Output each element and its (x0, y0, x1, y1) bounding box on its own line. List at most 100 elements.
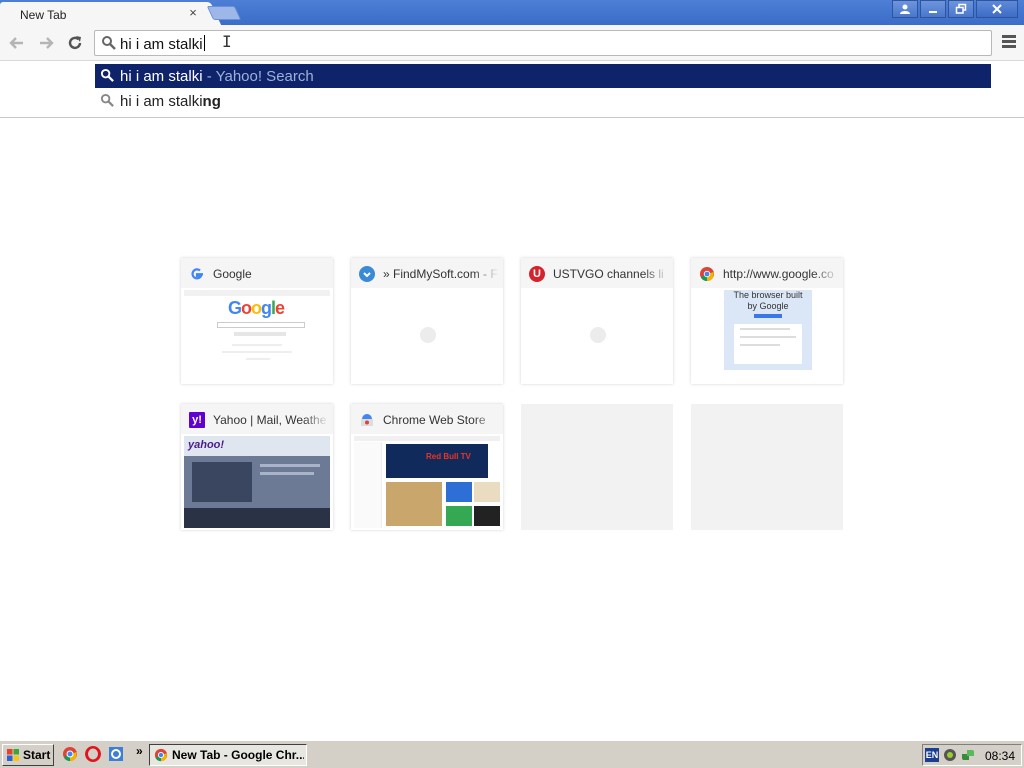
windows-flag-icon (7, 749, 19, 761)
taskbar-item-label: New Tab - Google Chr... (172, 748, 304, 762)
start-label: Start (23, 748, 51, 762)
thumb-app-3 (474, 482, 500, 502)
most-visited-tile-google[interactable]: Google Google (181, 258, 333, 384)
chrome-icon (700, 267, 714, 282)
suggestion-engine: - Yahoo! Search (202, 68, 314, 85)
yahoo-logo: yahoo! (188, 439, 225, 451)
tile-title: http://www.google.co (723, 267, 839, 281)
yahoo-icon: y! (189, 412, 205, 428)
tile-header: Chrome Web Store (351, 404, 503, 434)
most-visited-tile-ustvgo[interactable]: U USTVGO channels li (521, 258, 673, 384)
thumb-line (222, 351, 292, 353)
network-icon[interactable] (961, 748, 975, 762)
thumb-line (740, 344, 780, 346)
most-visited-tile-google-chrome[interactable]: http://www.google.co The browser built b… (691, 258, 843, 384)
thumb-app-5 (474, 506, 500, 526)
opera-icon[interactable] (85, 746, 101, 762)
tab-close-icon[interactable]: × (186, 6, 200, 20)
omnibox-input[interactable]: hi i am stalki (120, 35, 205, 53)
findmysoft-icon (359, 266, 375, 282)
thumb-line (740, 328, 790, 330)
suggestion-query: hi i am stalki (120, 68, 203, 85)
reload-icon (68, 36, 82, 50)
tile-title: USTVGO channels li (553, 267, 669, 281)
suggestion-text: hi i am stalking (120, 93, 221, 110)
google-logo: Google (228, 298, 285, 318)
chrome-promo-panel: The browser built by Google (724, 290, 812, 370)
chrome-icon[interactable] (62, 746, 78, 762)
thumb-image (192, 462, 252, 502)
thumb-line (232, 344, 282, 346)
search-icon (102, 36, 116, 50)
restore-icon (955, 3, 967, 14)
thumb-app-2 (446, 482, 472, 502)
forward-arrow-icon (40, 37, 54, 49)
tile-thumbnail (354, 290, 500, 382)
suggestion-item-selected[interactable]: hi i am stalki - Yahoo! Search (95, 64, 991, 88)
thumb-line (260, 464, 320, 467)
thumb-button (754, 314, 782, 318)
tile-header: U USTVGO channels li (521, 258, 673, 288)
suggestion-item[interactable]: hi i am stalking (95, 89, 991, 113)
close-icon (992, 4, 1002, 14)
thumb-strip (184, 508, 330, 528)
tile-header: http://www.google.co (691, 258, 843, 288)
thumb-line (260, 472, 314, 475)
quicklaunch-more-icon[interactable]: » (136, 744, 143, 758)
tile-header: y! Yahoo | Mail, Weathe (181, 404, 333, 434)
tile-title: Yahoo | Mail, Weathe (213, 413, 329, 427)
omnibox-value: hi i am stalki (120, 36, 203, 53)
suggestion-query-completion: ng (202, 93, 221, 110)
most-visited-tile-yahoo[interactable]: y! Yahoo | Mail, Weathe yahoo! (181, 404, 333, 530)
window-controls (892, 0, 1018, 18)
most-visited-tile-chrome-web-store[interactable]: Chrome Web Store Red Bull TV (351, 404, 503, 530)
thumb-sidebar (354, 442, 382, 528)
suggestion-query-prefix: hi i am stalki (120, 93, 203, 110)
redbull-logo: Red Bull TV (426, 452, 471, 461)
ie-icon[interactable] (108, 746, 124, 762)
taskbar-item-chrome[interactable]: New Tab - Google Chr... (149, 744, 307, 766)
tile-header: » FindMySoft.com - F (351, 258, 503, 288)
user-icon (900, 4, 910, 14)
tile-title: » FindMySoft.com - F (383, 267, 499, 281)
minimize-button[interactable] (920, 0, 946, 18)
chrome-promo-text: The browser built by Google (733, 290, 803, 311)
loading-icon (590, 327, 606, 343)
menu-bar-3 (1002, 45, 1016, 48)
most-visited-tile-findmysoft[interactable]: » FindMySoft.com - F (351, 258, 503, 384)
language-indicator[interactable]: EN (925, 748, 939, 762)
start-button[interactable]: Start (2, 744, 54, 766)
profile-button[interactable] (892, 0, 918, 18)
thumb-banner: Red Bull TV (386, 444, 488, 478)
tile-title: Chrome Web Store (383, 413, 499, 427)
tile-thumbnail (524, 290, 670, 382)
forward-button[interactable] (35, 32, 57, 54)
thumb-line (740, 336, 796, 338)
thumb-topbar (184, 290, 330, 296)
thumb-buttons (234, 332, 286, 336)
most-visited-tile-empty (691, 404, 843, 530)
search-icon (100, 68, 114, 82)
tile-thumbnail: Red Bull TV (354, 436, 500, 528)
tile-thumbnail: yahoo! (184, 436, 330, 528)
chrome-menu-button[interactable] (1002, 35, 1016, 49)
reload-button[interactable] (64, 32, 86, 54)
security-icon[interactable] (943, 748, 957, 762)
tile-header: Google (181, 258, 333, 288)
desktop: New Tab × hi i am stalki I hi i am stalk… (0, 0, 1024, 768)
new-tab-button[interactable] (206, 6, 242, 20)
clock: 08:34 (984, 749, 1015, 763)
tab-new-tab[interactable]: New Tab × (0, 2, 208, 26)
close-window-button[interactable] (976, 0, 1018, 18)
menu-bar-1 (1002, 35, 1016, 38)
thumb-app-4 (446, 506, 472, 526)
tile-thumbnail: The browser built by Google (694, 290, 840, 382)
windows-taskbar: Start » New Tab - Google Chr... EN 08:34 (0, 740, 1024, 768)
omnibox-suggestions: hi i am stalki - Yahoo! Search hi i am s… (0, 61, 1024, 118)
thumb-line (246, 358, 270, 360)
thumb-app-1 (386, 482, 442, 526)
restore-button[interactable] (948, 0, 974, 18)
google-icon (191, 268, 203, 280)
back-button[interactable] (6, 32, 28, 54)
text-caret (203, 35, 205, 51)
